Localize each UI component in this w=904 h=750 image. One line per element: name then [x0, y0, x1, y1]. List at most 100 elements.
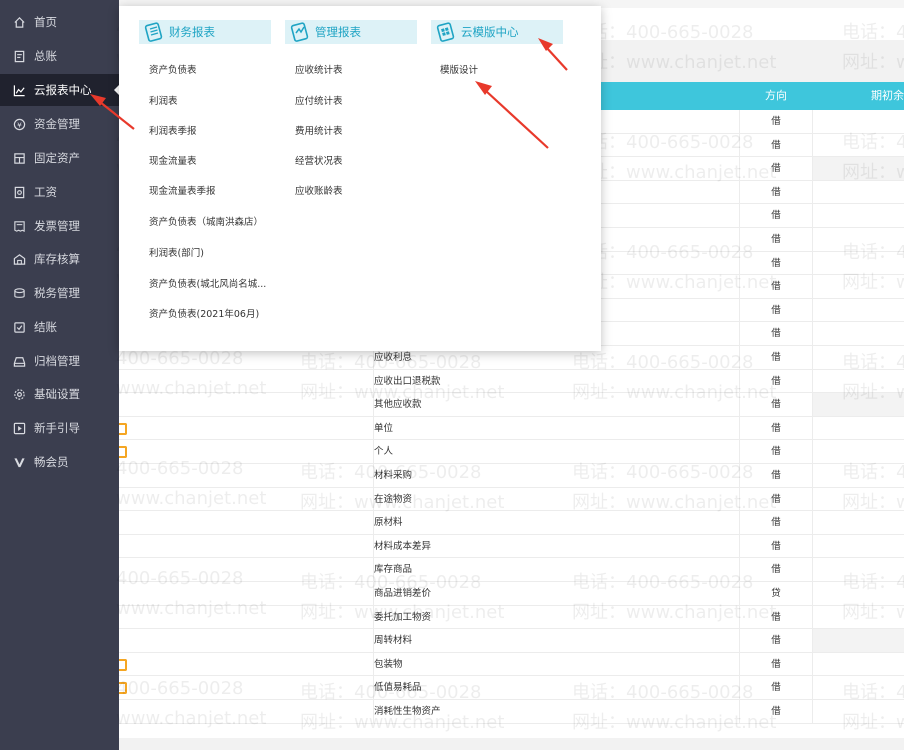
menu-item[interactable]: 利润表季报	[149, 123, 197, 137]
table-row[interactable]: 应收出口退税款 借	[119, 369, 904, 394]
opening-balance-cell[interactable]	[813, 134, 904, 157]
sidebar-item-inventory[interactable]: 库存核算	[0, 243, 119, 275]
opening-balance-cell[interactable]	[813, 511, 904, 534]
opening-balance-cell[interactable]	[813, 204, 904, 227]
opening-balance-cell[interactable]	[813, 299, 904, 322]
menu-item[interactable]: 现金流量表	[149, 153, 197, 167]
sidebar-item-fund[interactable]: ¥ 资金管理	[0, 108, 119, 140]
menu-item[interactable]: 资产负债表(2021年06月)	[149, 306, 259, 320]
direction-cell: 借	[739, 228, 813, 251]
table-row[interactable]: 包装物 借	[119, 652, 904, 677]
table-row[interactable]: 材料成本差异 借	[119, 534, 904, 559]
sidebar-item-label: 资金管理	[34, 117, 80, 131]
menu-item[interactable]: 应收账龄表	[295, 183, 343, 197]
sidebar-item-label: 基础设置	[34, 387, 80, 401]
sidebar-item-label: 总账	[34, 49, 57, 63]
table-row[interactable]: 个人 借	[119, 440, 904, 464]
row-badge-icon	[119, 658, 127, 671]
account-name-cell: 消耗性生物资产	[373, 700, 739, 723]
table-row[interactable]: 商品进销差价 贷	[119, 582, 904, 606]
sidebar-item-closing[interactable]: 结账	[0, 311, 119, 343]
opening-balance-cell[interactable]	[813, 653, 904, 676]
fund-icon: ¥	[12, 117, 26, 131]
direction-cell: 借	[739, 440, 813, 463]
sidebar-item-home[interactable]: 首页	[0, 6, 119, 38]
opening-balance-cell[interactable]	[813, 322, 904, 345]
opening-balance-cell[interactable]	[813, 252, 904, 275]
opening-balance-cell[interactable]	[813, 535, 904, 558]
row-badge-icon	[119, 422, 127, 435]
direction-cell: 借	[739, 298, 813, 322]
menu-item[interactable]: 利润表(部门)	[149, 245, 204, 259]
opening-balance-cell[interactable]	[813, 275, 904, 298]
menu-item[interactable]: 现金流量表季报	[149, 183, 216, 197]
opening-balance-cell[interactable]	[813, 370, 904, 393]
opening-balance-cell[interactable]	[813, 157, 904, 180]
sidebar-item-chart[interactable]: 云报表中心	[0, 74, 119, 106]
menu-item[interactable]: 资产负债表(城北风尚名城...	[149, 276, 266, 290]
sidebar-item-archive[interactable]: 归档管理	[0, 345, 119, 377]
sidebar-item-gear[interactable]: 基础设置	[0, 378, 119, 410]
opening-balance-cell[interactable]	[813, 393, 904, 416]
menu-item[interactable]: 资产负债表	[149, 62, 197, 76]
direction-cell: 借	[739, 110, 813, 133]
sidebar-item-label: 结账	[34, 320, 57, 334]
menu-head-management[interactable]: 管理报表	[285, 20, 417, 44]
table-row[interactable]: 委托加工物资 借	[119, 605, 904, 630]
menu-head-cloud-template[interactable]: 云模版中心	[431, 20, 563, 44]
menu-item[interactable]: 应付统计表	[295, 93, 343, 107]
menu-item[interactable]: 模版设计	[440, 62, 478, 76]
account-name: 委托加工物资	[374, 611, 432, 623]
account-name: 原材料	[374, 517, 403, 529]
table-row[interactable]: 周转材料 借	[119, 629, 904, 653]
sidebar-item-asset[interactable]: 固定资产	[0, 142, 119, 174]
table-row[interactable]: 材料采购 借	[119, 464, 904, 488]
menu-head-finance-label: 财务报表	[169, 25, 215, 39]
sidebar-item-invoice[interactable]: 发票管理	[0, 210, 119, 242]
sidebar-item-label: 首页	[34, 15, 57, 29]
opening-balance-cell[interactable]	[813, 558, 904, 581]
opening-balance-cell[interactable]	[813, 488, 904, 511]
menu-item[interactable]: 经营状况表	[295, 153, 343, 167]
sidebar-item-vip[interactable]: 畅会员	[0, 446, 119, 478]
opening-balance-cell[interactable]	[813, 417, 904, 440]
opening-balance-cell[interactable]	[813, 181, 904, 204]
opening-balance-cell[interactable]	[813, 346, 904, 369]
account-name-cell: 材料成本差异	[373, 534, 739, 558]
sidebar-item-label: 发票管理	[34, 219, 80, 233]
table-row[interactable]: 在途物资 借	[119, 487, 904, 512]
table-row[interactable]: 原材料 借	[119, 511, 904, 535]
opening-balance-cell[interactable]	[813, 629, 904, 652]
sidebar-item-tax[interactable]: 税务管理	[0, 277, 119, 309]
sidebar-item-guide[interactable]: 新手引导	[0, 412, 119, 444]
ledger-icon	[12, 49, 26, 63]
account-name-cell: 在途物资	[373, 487, 739, 511]
opening-balance-cell[interactable]	[813, 606, 904, 629]
sidebar-item-label: 税务管理	[34, 286, 80, 300]
opening-balance-cell[interactable]	[813, 464, 904, 487]
bottom-strip	[119, 738, 904, 750]
menu-item[interactable]: 资产负债表（城南洪森店）	[149, 214, 263, 228]
table-row[interactable]: 其他应收款 借	[119, 393, 904, 417]
table-row[interactable]: 低值易耗品 借	[119, 676, 904, 700]
guide-icon	[12, 421, 26, 435]
opening-balance-cell[interactable]	[813, 110, 904, 133]
opening-balance-cell[interactable]	[813, 228, 904, 251]
table-row[interactable]: 库存商品 借	[119, 558, 904, 582]
sidebar-item-ledger[interactable]: 总账	[0, 40, 119, 72]
menu-item[interactable]: 利润表	[149, 93, 178, 107]
table-row[interactable]: 消耗性生物资产 借	[119, 700, 904, 724]
opening-balance-cell[interactable]	[813, 700, 904, 723]
table-row[interactable]: 单位 借	[119, 416, 904, 441]
account-name: 单位	[374, 422, 394, 434]
account-name-cell: 材料采购	[373, 464, 739, 487]
opening-balance-cell[interactable]	[813, 676, 904, 699]
menu-item[interactable]: 费用统计表	[295, 123, 343, 137]
opening-balance-cell[interactable]	[813, 440, 904, 463]
account-name: 低值易耗品	[374, 682, 422, 694]
sidebar-item-salary[interactable]: 工资	[0, 176, 119, 208]
menu-head-finance[interactable]: 财务报表	[139, 20, 271, 44]
direction-cell: 贷	[739, 582, 813, 605]
opening-balance-cell[interactable]	[813, 582, 904, 605]
menu-item[interactable]: 应收统计表	[295, 62, 343, 76]
